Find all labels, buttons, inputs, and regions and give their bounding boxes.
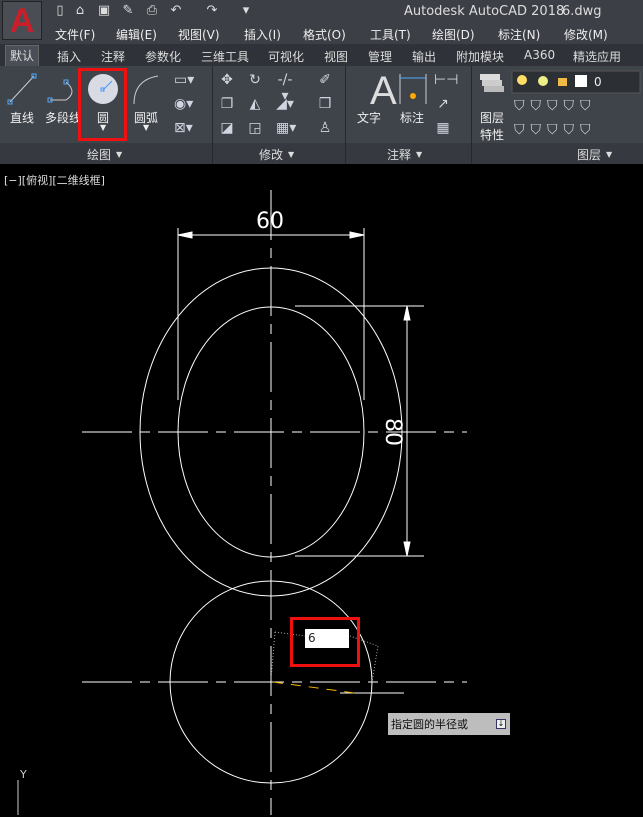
options-down-arrow-icon[interactable]: ↓ xyxy=(496,719,506,729)
command-prompt-tooltip: 指定圆的半径或 ↓ xyxy=(388,713,510,735)
prompt-text: 指定圆的半径或 xyxy=(391,718,468,731)
dim-text-80: 80 xyxy=(380,418,405,446)
radius-input[interactable]: 6 xyxy=(305,629,349,648)
radius-rubberband xyxy=(272,681,363,695)
dim-text-60: 60 xyxy=(256,209,284,234)
drawing-canvas: 60 80 Y xyxy=(17,190,467,815)
ucs-y-label: Y xyxy=(19,768,27,781)
